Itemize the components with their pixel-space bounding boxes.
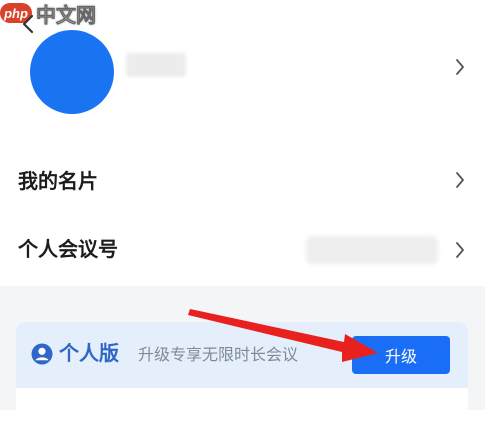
menu-item-label: 我的名片: [18, 169, 98, 193]
meeting-id-value: [306, 236, 438, 264]
menu-item-meeting-id[interactable]: 个人会议号: [0, 218, 485, 278]
profile-name: [126, 53, 186, 77]
plan-card-header: 个人版 升级专享无限时长会议 升级: [16, 322, 468, 388]
chevron-right-icon: [456, 172, 464, 188]
plan-edition: 个人版: [59, 341, 119, 365]
profile-row[interactable]: [0, 20, 485, 120]
upgrade-button[interactable]: 升级: [352, 336, 450, 374]
plan-card: 个人版 升级专享无限时长会议 升级: [16, 322, 468, 422]
user-icon: [31, 343, 53, 365]
menu-item-label: 个人会议号: [18, 237, 118, 261]
avatar: [30, 30, 114, 114]
plan-description: 升级专享无限时长会议: [138, 345, 299, 364]
chevron-right-icon: [456, 59, 464, 75]
chevron-right-icon: [456, 242, 464, 258]
menu-item-my-card[interactable]: 我的名片: [0, 150, 485, 210]
